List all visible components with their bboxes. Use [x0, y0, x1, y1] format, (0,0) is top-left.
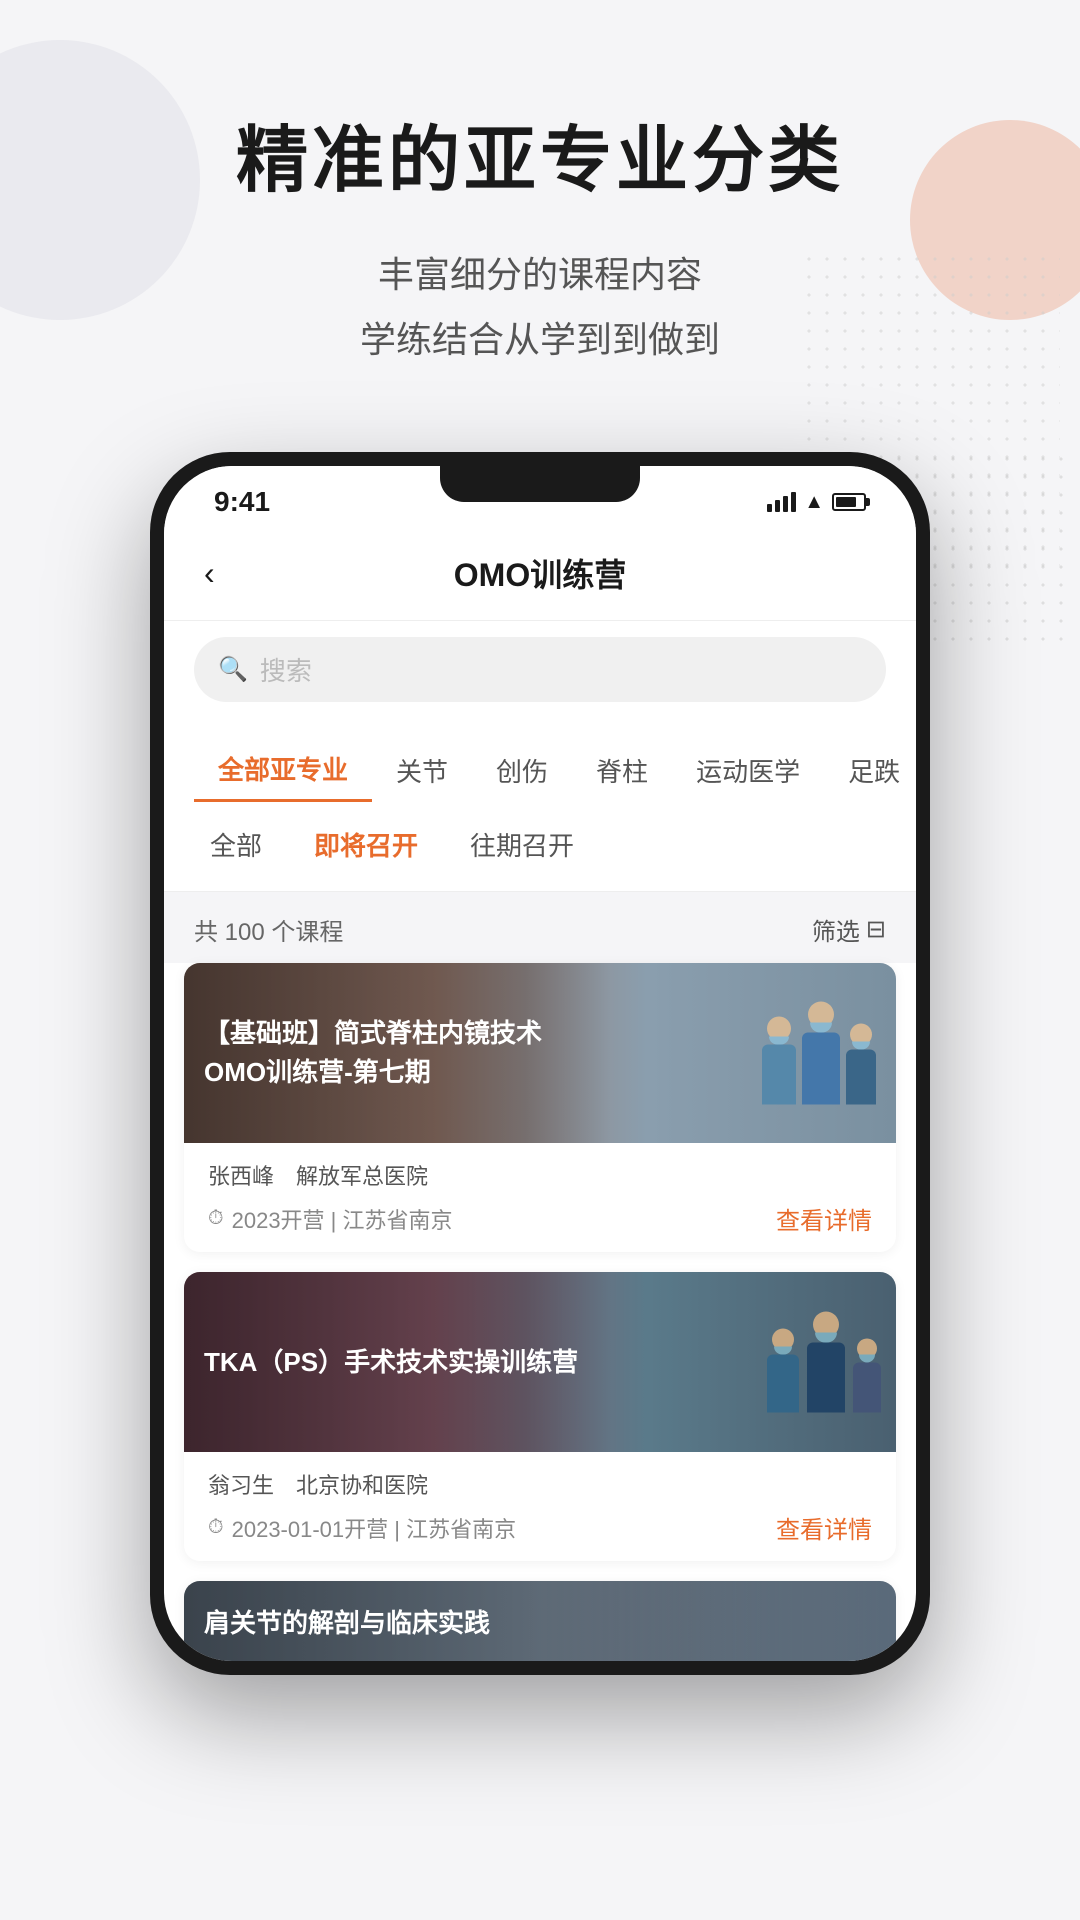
course-card-1: 【基础班】简式脊柱内镜技术OMO训练营-第七期 张西峰 解放军总医院 ⏱ 202…	[184, 963, 896, 1252]
page-background: 精准的亚专业分类 丰富细分的课程内容 学练结合从学到到做到 9:41 ▲	[0, 0, 1080, 1920]
search-placeholder: 搜索	[260, 651, 312, 688]
search-container: 🔍 搜索	[164, 621, 916, 722]
filter-label: 筛选	[812, 912, 860, 947]
search-bar[interactable]: 🔍 搜索	[194, 637, 886, 702]
filter-tab-past[interactable]: 往期召开	[454, 818, 590, 871]
course-info-row-1: ⏱ 2023开营 | 江苏省南京 查看详情	[208, 1201, 872, 1236]
category-tab-trauma[interactable]: 创伤	[472, 740, 572, 801]
filter-tab-upcoming[interactable]: 即将召开	[298, 818, 434, 871]
search-icon: 🔍	[218, 655, 248, 684]
battery-fill	[836, 497, 856, 507]
course-image-3-partial: 肩关节的解剖与临床实践	[184, 1581, 896, 1661]
course-count: 共 100 个课程	[194, 912, 343, 947]
filter-button[interactable]: 筛选 ⊟	[812, 912, 886, 947]
status-icons: ▲	[767, 491, 866, 514]
header-section: 精准的亚专业分类 丰富细分的课程内容 学练结合从学到到做到	[0, 0, 1080, 372]
course-title-1: 【基础班】简式脊柱内镜技术OMO训练营-第七期	[204, 1014, 591, 1092]
nav-title: OMO训练营	[454, 550, 626, 596]
detail-button-1[interactable]: 查看详情	[776, 1201, 872, 1236]
course-image-2: TKA（PS）手术技术实操训练营	[184, 1272, 896, 1452]
surgical-team-2	[767, 1312, 881, 1413]
category-tab-foot[interactable]: 足跌	[824, 740, 916, 801]
phone-container: 9:41 ▲ ‹ OMO训练营	[150, 452, 930, 1675]
course-meta-2: 翁习生 北京协和医院 ⏱ 2023-01-01开营 | 江苏省南京 查看详情	[184, 1452, 896, 1561]
course-time-1: ⏱ 2023开营 | 江苏省南京	[208, 1203, 453, 1235]
phone-frame: 9:41 ▲ ‹ OMO训练营	[150, 452, 930, 1675]
course-title-overlay-2: TKA（PS）手术技术实操训练营	[184, 1272, 611, 1452]
filter-tab-all[interactable]: 全部	[194, 818, 278, 871]
course-list: 【基础班】简式脊柱内镜技术OMO训练营-第七期 张西峰 解放军总医院 ⏱ 202…	[164, 963, 916, 1661]
course-title-2: TKA（PS）手术技术实操训练营	[204, 1343, 578, 1382]
subtitle-line1: 丰富细分的课程内容	[378, 254, 702, 295]
sub-text: 丰富细分的课程内容 学练结合从学到到做到	[0, 243, 1080, 373]
category-tab-all[interactable]: 全部亚专业	[194, 738, 372, 802]
wifi-icon: ▲	[804, 491, 824, 514]
clock-icon-2: ⏱	[208, 1516, 224, 1539]
battery-icon	[832, 493, 866, 511]
course-card-3: 肩关节的解剖与临床实践	[184, 1581, 896, 1661]
category-tab-joint[interactable]: 关节	[372, 740, 472, 801]
subtitle-line2: 学练结合从学到到做到	[360, 319, 720, 360]
detail-button-2[interactable]: 查看详情	[776, 1510, 872, 1545]
phone-notch	[440, 466, 640, 502]
course-meta-1: 张西峰 解放军总医院 ⏱ 2023开营 | 江苏省南京 查看详情	[184, 1143, 896, 1252]
course-title-overlay-3: 肩关节的解剖与临床实践	[184, 1581, 896, 1661]
phone-inner: 9:41 ▲ ‹ OMO训练营	[164, 466, 916, 1661]
course-title-overlay-1: 【基础班】简式脊柱内镜技术OMO训练营-第七期	[184, 963, 611, 1143]
clock-icon-1: ⏱	[208, 1207, 224, 1230]
course-info-row-2: ⏱ 2023-01-01开营 | 江苏省南京 查看详情	[208, 1510, 872, 1545]
filter-icon: ⊟	[866, 915, 886, 944]
count-row: 共 100 个课程 筛选 ⊟	[164, 892, 916, 963]
course-card-2: TKA（PS）手术技术实操训练营 翁习生 北京协和医院 ⏱ 2023-01-01…	[184, 1272, 896, 1561]
course-time-2: ⏱ 2023-01-01开营 | 江苏省南京	[208, 1512, 516, 1544]
category-tab-sports[interactable]: 运动医学	[672, 740, 824, 801]
category-tabs: 全部亚专业 关节 创伤 脊柱 运动医学 足跌	[164, 722, 916, 802]
surgical-team-1	[762, 1002, 876, 1105]
back-button[interactable]: ‹	[204, 555, 215, 592]
course-image-1: 【基础班】简式脊柱内镜技术OMO训练营-第七期	[184, 963, 896, 1143]
main-title: 精准的亚专业分类	[0, 120, 1080, 203]
course-author-2: 翁习生 北京协和医院	[208, 1468, 872, 1500]
category-tab-spine[interactable]: 脊柱	[572, 740, 672, 801]
filter-tabs: 全部 即将召开 往期召开	[164, 802, 916, 892]
signal-icon	[767, 492, 796, 512]
status-time: 9:41	[214, 486, 270, 518]
course-title-3: 肩关节的解剖与临床实践	[204, 1603, 490, 1640]
nav-bar: ‹ OMO训练营	[164, 526, 916, 621]
course-author-1: 张西峰 解放军总医院	[208, 1159, 872, 1191]
